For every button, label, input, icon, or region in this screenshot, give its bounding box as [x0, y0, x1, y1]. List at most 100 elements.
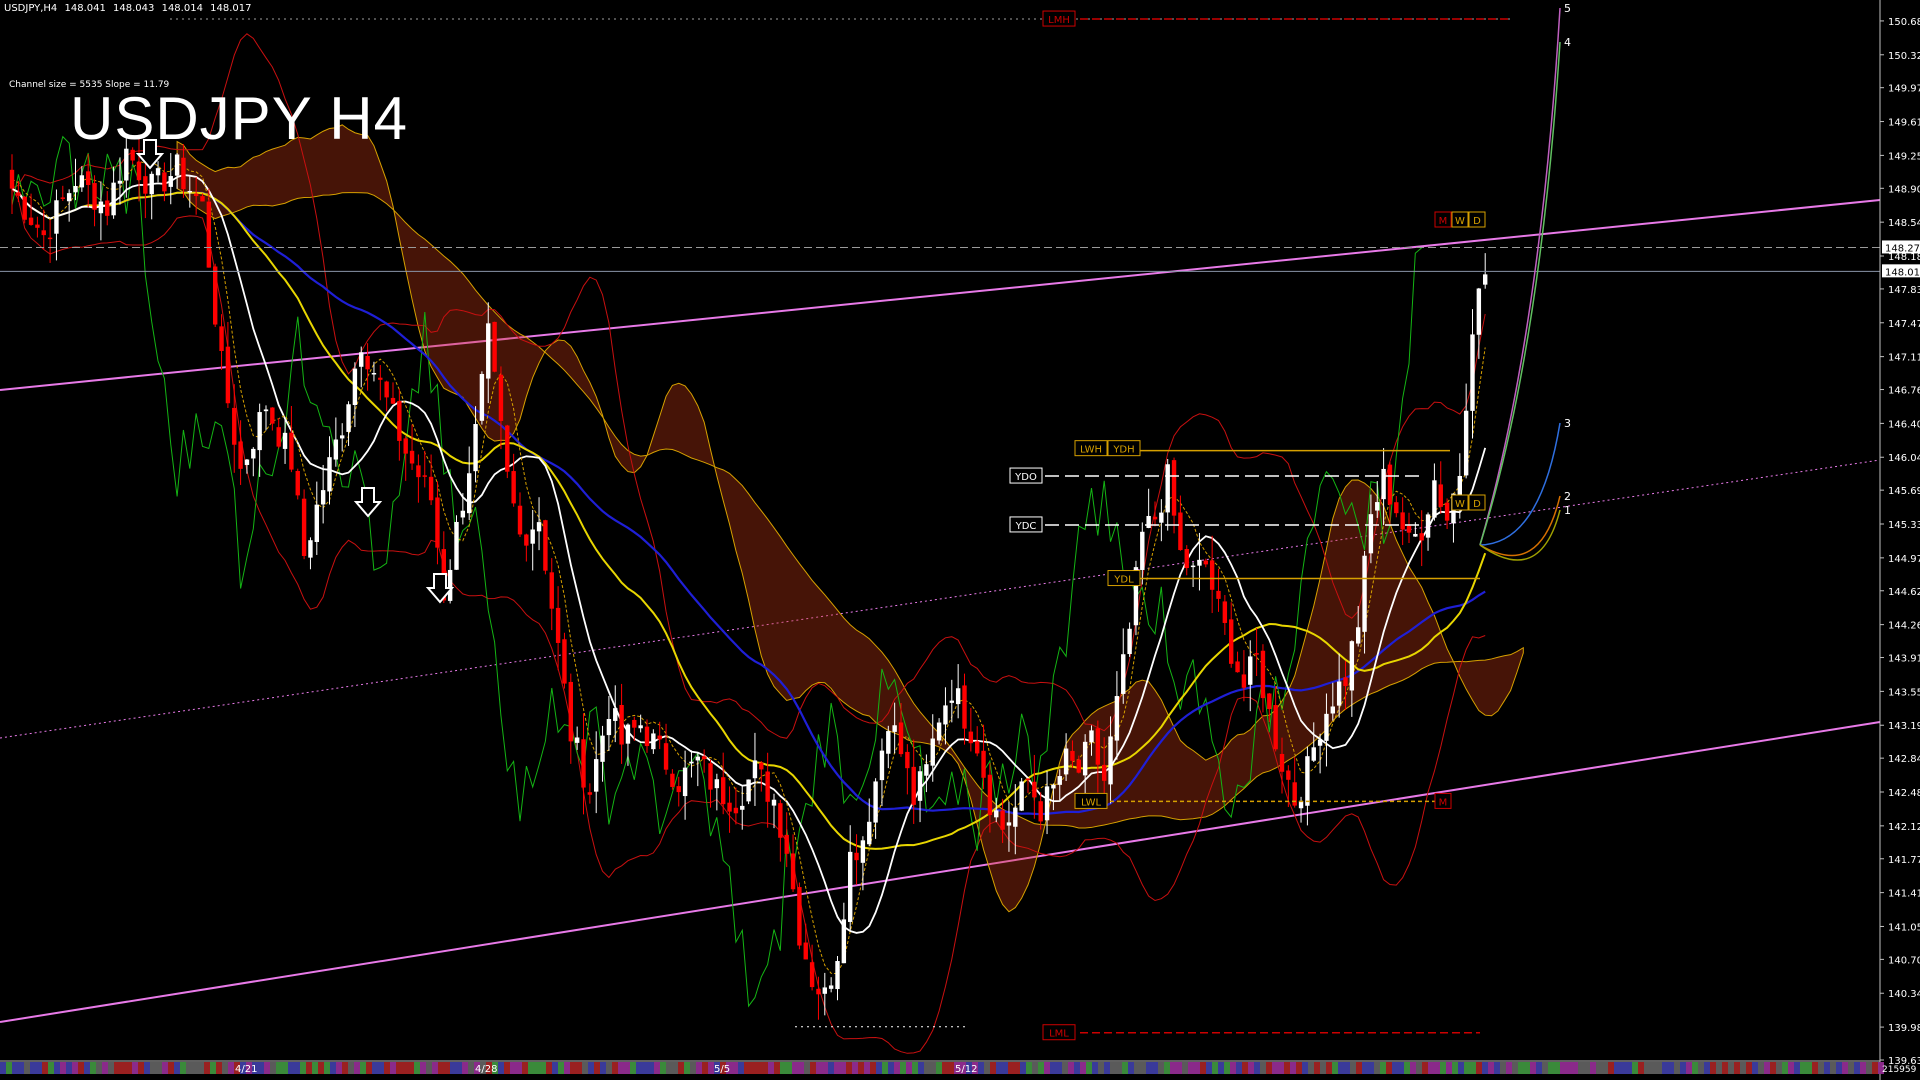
strip-cell — [594, 1062, 600, 1074]
strip-cell — [372, 1062, 378, 1074]
strip-cell — [408, 1062, 414, 1074]
strip-cell — [1014, 1062, 1020, 1074]
candle-body — [562, 639, 567, 684]
candle-body — [962, 685, 967, 729]
strip-cell — [210, 1062, 216, 1074]
strip-cell — [1542, 1062, 1548, 1074]
strip-cell — [216, 1062, 222, 1074]
strip-cell — [1284, 1062, 1290, 1074]
candle-body — [1336, 681, 1342, 706]
strip-cell — [876, 1062, 882, 1074]
strip-cell — [378, 1062, 384, 1074]
price-tick-label: 141.050 — [1888, 922, 1920, 933]
strip-cell — [870, 1062, 876, 1074]
strip-cell — [96, 1062, 102, 1074]
candle-body — [193, 193, 199, 197]
strip-cell — [1746, 1062, 1752, 1074]
strip-cell — [60, 1062, 66, 1074]
strip-cell — [1866, 1062, 1872, 1074]
sell-arrow-icon — [353, 487, 383, 518]
strip-cell — [1068, 1062, 1074, 1074]
strip-cell — [1668, 1062, 1674, 1074]
candle-body — [1375, 502, 1380, 511]
strip-cell — [1722, 1062, 1728, 1074]
strip-cell — [894, 1062, 900, 1074]
candle-body — [936, 722, 942, 741]
strip-cell — [1008, 1062, 1014, 1074]
strip-cell — [648, 1062, 654, 1074]
ydh-label: YDH — [1112, 445, 1134, 456]
candle-body — [1413, 533, 1418, 537]
candle-body — [708, 763, 713, 790]
price-tick-label: 150.320 — [1888, 51, 1920, 62]
candle-body — [1286, 770, 1291, 780]
date-label: 4/28 — [475, 1064, 497, 1075]
strip-cell — [276, 1062, 282, 1074]
candle-body — [848, 851, 853, 922]
strip-cell — [762, 1062, 768, 1074]
candle-body — [1209, 560, 1215, 590]
candle-body — [498, 374, 504, 421]
strip-cell — [1836, 1062, 1842, 1074]
price-chart[interactable]: LMHLMLLWH YDHYDOYDCYDLLWL MM W DW D54321150.6… — [0, 0, 1920, 1080]
date-label: 5/5 — [714, 1064, 730, 1075]
strip-cell — [1086, 1062, 1092, 1074]
strip-cell — [1566, 1062, 1572, 1074]
candle-body — [1254, 653, 1259, 655]
candle-body — [917, 771, 923, 801]
strip-cell — [1386, 1062, 1392, 1074]
strip-cell — [1182, 1062, 1188, 1074]
candle-body — [1324, 713, 1329, 741]
strip-cell — [1674, 1062, 1680, 1074]
candle-body — [1483, 274, 1488, 285]
candle-body — [867, 821, 872, 845]
candle-body — [365, 355, 370, 370]
candle-body — [251, 448, 256, 459]
strip-cell — [282, 1062, 288, 1074]
candle-body — [676, 786, 681, 793]
candle-body — [587, 792, 593, 795]
strip-cell — [1716, 1062, 1722, 1074]
strip-cell — [1524, 1062, 1530, 1074]
candle-body — [822, 987, 827, 994]
candle-body — [689, 761, 694, 764]
candle-body — [1063, 748, 1069, 775]
candle-body — [536, 522, 542, 532]
strip-cell — [1452, 1062, 1458, 1074]
strip-cell — [54, 1062, 60, 1074]
strip-cell — [414, 1062, 420, 1074]
candle-body — [949, 700, 954, 703]
candle-body — [1025, 778, 1031, 781]
strip-cell — [228, 1062, 234, 1074]
candle-body — [517, 505, 523, 535]
strip-cell — [132, 1062, 138, 1074]
strip-cell — [1578, 1062, 1584, 1074]
m-high-label: M — [1439, 216, 1448, 227]
candle-body — [981, 750, 986, 778]
candle-body — [168, 176, 173, 187]
candle-body — [35, 224, 40, 228]
strip-cell — [180, 1062, 186, 1074]
strip-cell — [1374, 1062, 1380, 1074]
strip-cell — [1734, 1062, 1740, 1074]
strip-cell — [18, 1062, 24, 1074]
candle-body — [136, 161, 142, 181]
strip-cell — [1530, 1062, 1536, 1074]
strip-cell — [918, 1062, 924, 1074]
candle-body — [975, 741, 980, 754]
strip-cell — [840, 1062, 846, 1074]
strip-cell — [888, 1062, 894, 1074]
strip-cell — [1104, 1062, 1110, 1074]
candle-body — [1311, 747, 1316, 761]
strip-cell — [366, 1062, 372, 1074]
strip-cell — [108, 1062, 114, 1074]
candle-body — [543, 520, 548, 571]
strip-cell — [1038, 1062, 1044, 1074]
strip-cell — [1554, 1062, 1560, 1074]
strip-cell — [1320, 1062, 1326, 1074]
candle-body — [1457, 475, 1462, 496]
price-tick-label: 149.970 — [1888, 84, 1920, 95]
strip-cell — [630, 1062, 636, 1074]
strip-cell — [846, 1062, 852, 1074]
candle-body — [721, 777, 726, 805]
